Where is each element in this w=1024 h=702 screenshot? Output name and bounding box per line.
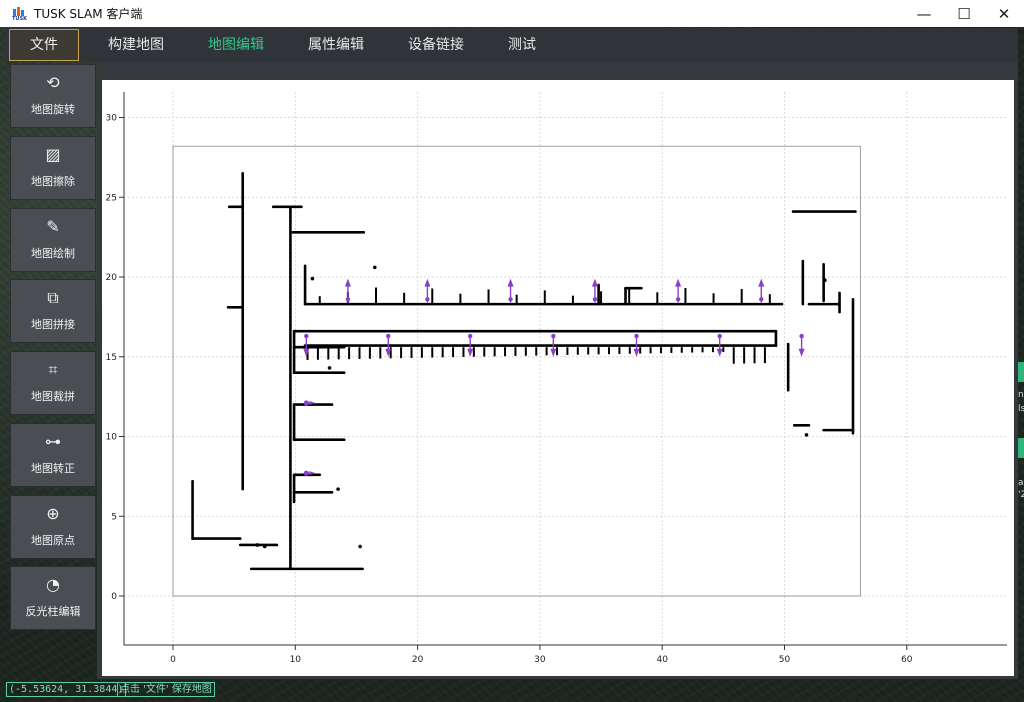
- peek-text: '2: [1018, 490, 1024, 500]
- map-boundary: [172, 145, 861, 597]
- map-point: [336, 487, 340, 491]
- tool-map-rotate[interactable]: ⟲ 地图旋转: [10, 64, 96, 128]
- tool-label: 地图旋转: [31, 103, 75, 116]
- y-tick-label: 20: [106, 273, 118, 283]
- x-tick-label: 50: [779, 655, 791, 665]
- tool-label: 地图擦除: [31, 175, 75, 188]
- reflector-marker: [424, 278, 431, 303]
- peek-green-block: [1018, 362, 1024, 382]
- reflector-edit-icon: ◔: [46, 575, 60, 594]
- tool-label: 地图裁拼: [31, 390, 75, 403]
- tool-label: 地图转正: [31, 462, 75, 475]
- tool-reflector-edit[interactable]: ◔ 反光柱编辑: [10, 566, 96, 630]
- maximize-button[interactable]: ☐: [944, 0, 984, 27]
- status-bar: (-5.53624, 31.3844) 点击 '文件' 保存地图: [0, 679, 1024, 702]
- reflector-marker: [798, 333, 805, 357]
- tool-sidebar: ⟲ 地图旋转 ▨ 地图擦除 ✎ 地图绘制 ⧉ 地图拼接 ⌗ 地图裁拼 ⊶ 地图转…: [6, 62, 97, 679]
- tool-label: 地图拼接: [31, 318, 75, 331]
- map-straighten-icon: ⊶: [45, 432, 61, 451]
- x-tick-label: 40: [656, 655, 668, 665]
- tool-label: 地图绘制: [31, 247, 75, 260]
- reflector-marker: [344, 278, 351, 303]
- status-message: 点击 '文件' 保存地图: [117, 682, 215, 697]
- tool-label: 地图原点: [31, 534, 75, 547]
- map-plot-svg[interactable]: 0 10 20 30 40 50 60 0 5 10 15 20 25 30: [102, 80, 1014, 676]
- map-point: [804, 433, 809, 437]
- cursor-coordinate: (-5.53624, 31.3844): [6, 682, 127, 697]
- x-tick-label: 20: [412, 655, 424, 665]
- tool-map-straighten[interactable]: ⊶ 地图转正: [10, 423, 96, 487]
- peek-green-block: [1018, 438, 1024, 458]
- tool-map-stitch[interactable]: ⧉ 地图拼接: [10, 279, 96, 343]
- title-bar: TUSK TUSK SLAM 客户端 — ☐ ✕: [0, 0, 1024, 27]
- map-draw-icon: ✎: [46, 217, 60, 236]
- close-button[interactable]: ✕: [984, 0, 1024, 27]
- peek-text: ls: [1018, 404, 1024, 414]
- background-window-peek: ne ls ar '2: [1018, 350, 1024, 500]
- map-point: [358, 544, 362, 549]
- map-stitch-icon: ⧉: [47, 288, 59, 307]
- tool-map-origin[interactable]: ⊕ 地图原点: [10, 495, 96, 559]
- window-title: TUSK SLAM 客户端: [34, 7, 143, 21]
- map-origin-icon: ⊕: [46, 504, 60, 523]
- reflector-marker: [591, 278, 598, 303]
- menu-file[interactable]: 文件: [9, 29, 79, 61]
- map-erase-icon: ▨: [45, 145, 61, 164]
- map-point: [310, 276, 315, 281]
- map-point: [823, 278, 827, 282]
- peek-text: ar: [1018, 478, 1024, 488]
- reflector-marker: [675, 278, 682, 303]
- menu-device-link[interactable]: 设备链接: [393, 30, 479, 60]
- map-panel: 0 10 20 30 40 50 60 0 5 10 15 20 25 30: [97, 62, 1018, 679]
- menu-build-map[interactable]: 构建地图: [93, 30, 179, 60]
- y-tick-label: 0: [111, 592, 117, 602]
- tool-map-draw[interactable]: ✎ 地图绘制: [10, 208, 96, 272]
- menu-map-edit[interactable]: 地图编辑: [193, 30, 279, 60]
- map-point: [262, 544, 267, 549]
- reflector-marker: [507, 278, 514, 303]
- x-tick-label: 10: [290, 655, 302, 665]
- y-tick-label: 10: [106, 433, 118, 443]
- peek-text: ne: [1018, 390, 1024, 400]
- app-logo-icon: TUSK: [12, 6, 28, 22]
- x-tick-label: 60: [901, 655, 913, 665]
- x-tick-label: 0: [170, 655, 176, 665]
- minimize-button[interactable]: —: [904, 0, 944, 27]
- map-point: [327, 366, 332, 370]
- y-tick-label: 15: [106, 353, 117, 363]
- y-tick-label: 25: [106, 193, 117, 203]
- menu-test[interactable]: 测试: [493, 30, 551, 60]
- menu-bar: 文件 构建地图 地图编辑 属性编辑 设备链接 测试: [6, 28, 1018, 62]
- map-crop-icon: ⌗: [48, 360, 58, 379]
- map-point: [372, 265, 377, 270]
- y-tick-label: 30: [106, 114, 118, 124]
- map-rotate-icon: ⟲: [46, 73, 60, 92]
- y-tick-label: 5: [111, 512, 117, 522]
- map-point: [255, 543, 260, 547]
- tool-map-crop[interactable]: ⌗ 地图裁拼: [10, 351, 96, 415]
- x-tick-label: 30: [534, 655, 546, 665]
- menu-property-edit[interactable]: 属性编辑: [293, 30, 379, 60]
- tool-map-erase[interactable]: ▨ 地图擦除: [10, 136, 96, 200]
- tool-label: 反光柱编辑: [25, 605, 81, 618]
- map-canvas[interactable]: 0 10 20 30 40 50 60 0 5 10 15 20 25 30: [102, 80, 1014, 676]
- reflector-marker: [758, 278, 765, 303]
